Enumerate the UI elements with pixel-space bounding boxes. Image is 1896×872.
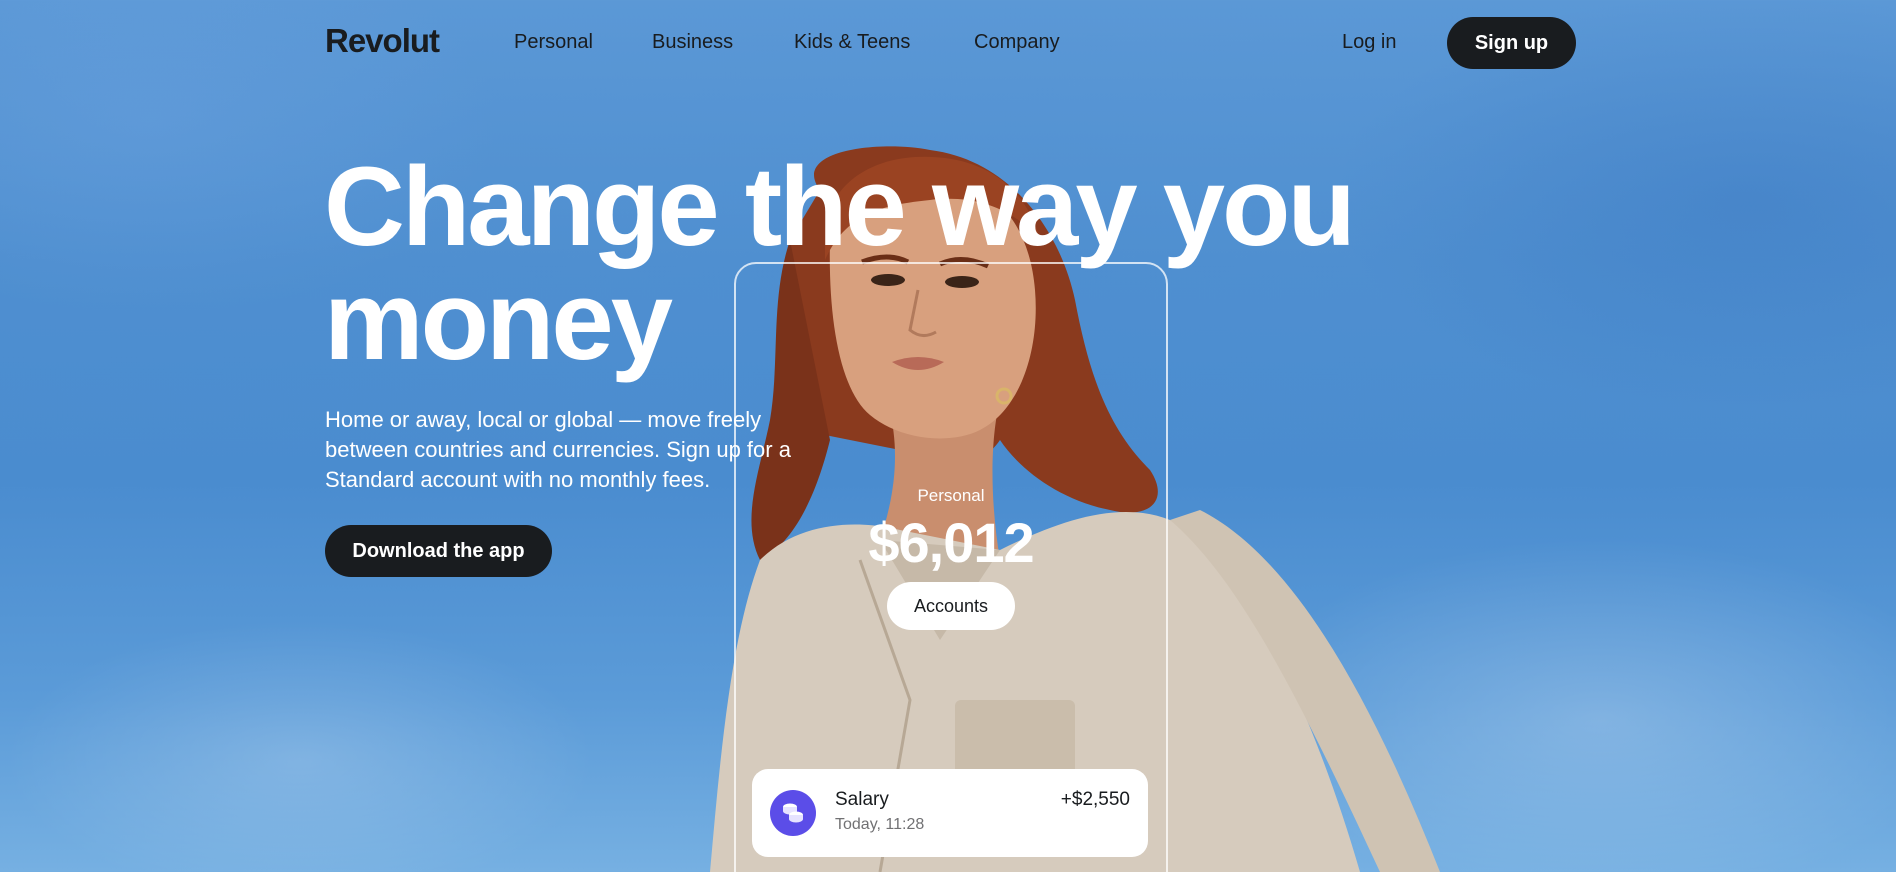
- transaction-amount: +$2,550: [1060, 789, 1130, 810]
- hero-title-line-2: money: [324, 258, 673, 383]
- signup-button[interactable]: Sign up: [1447, 17, 1576, 69]
- hero-title: Change the way you money: [324, 150, 1424, 378]
- top-navbar: Revolut Personal Business Kids & Teens C…: [0, 0, 1896, 86]
- nav-link-kids-teens[interactable]: Kids & Teens: [794, 31, 910, 54]
- transaction-card[interactable]: Salary Today, 11:28 +$2,550: [752, 769, 1148, 857]
- coins-icon: [770, 790, 816, 836]
- account-balance: $6,012: [868, 511, 1034, 574]
- hero-title-line-1: Change the way you: [324, 144, 1356, 269]
- login-link[interactable]: Log in: [1342, 31, 1397, 54]
- transaction-name: Salary: [835, 789, 889, 810]
- nav-link-business[interactable]: Business: [652, 31, 733, 54]
- nav-link-company[interactable]: Company: [974, 31, 1060, 54]
- download-app-button[interactable]: Download the app: [325, 525, 552, 577]
- nav-link-personal[interactable]: Personal: [514, 31, 593, 54]
- accounts-button[interactable]: Accounts: [887, 582, 1015, 630]
- hero-subtitle: Home or away, local or global — move fre…: [325, 407, 791, 492]
- revolut-logo[interactable]: Revolut: [325, 22, 440, 60]
- transaction-time: Today, 11:28: [835, 816, 925, 833]
